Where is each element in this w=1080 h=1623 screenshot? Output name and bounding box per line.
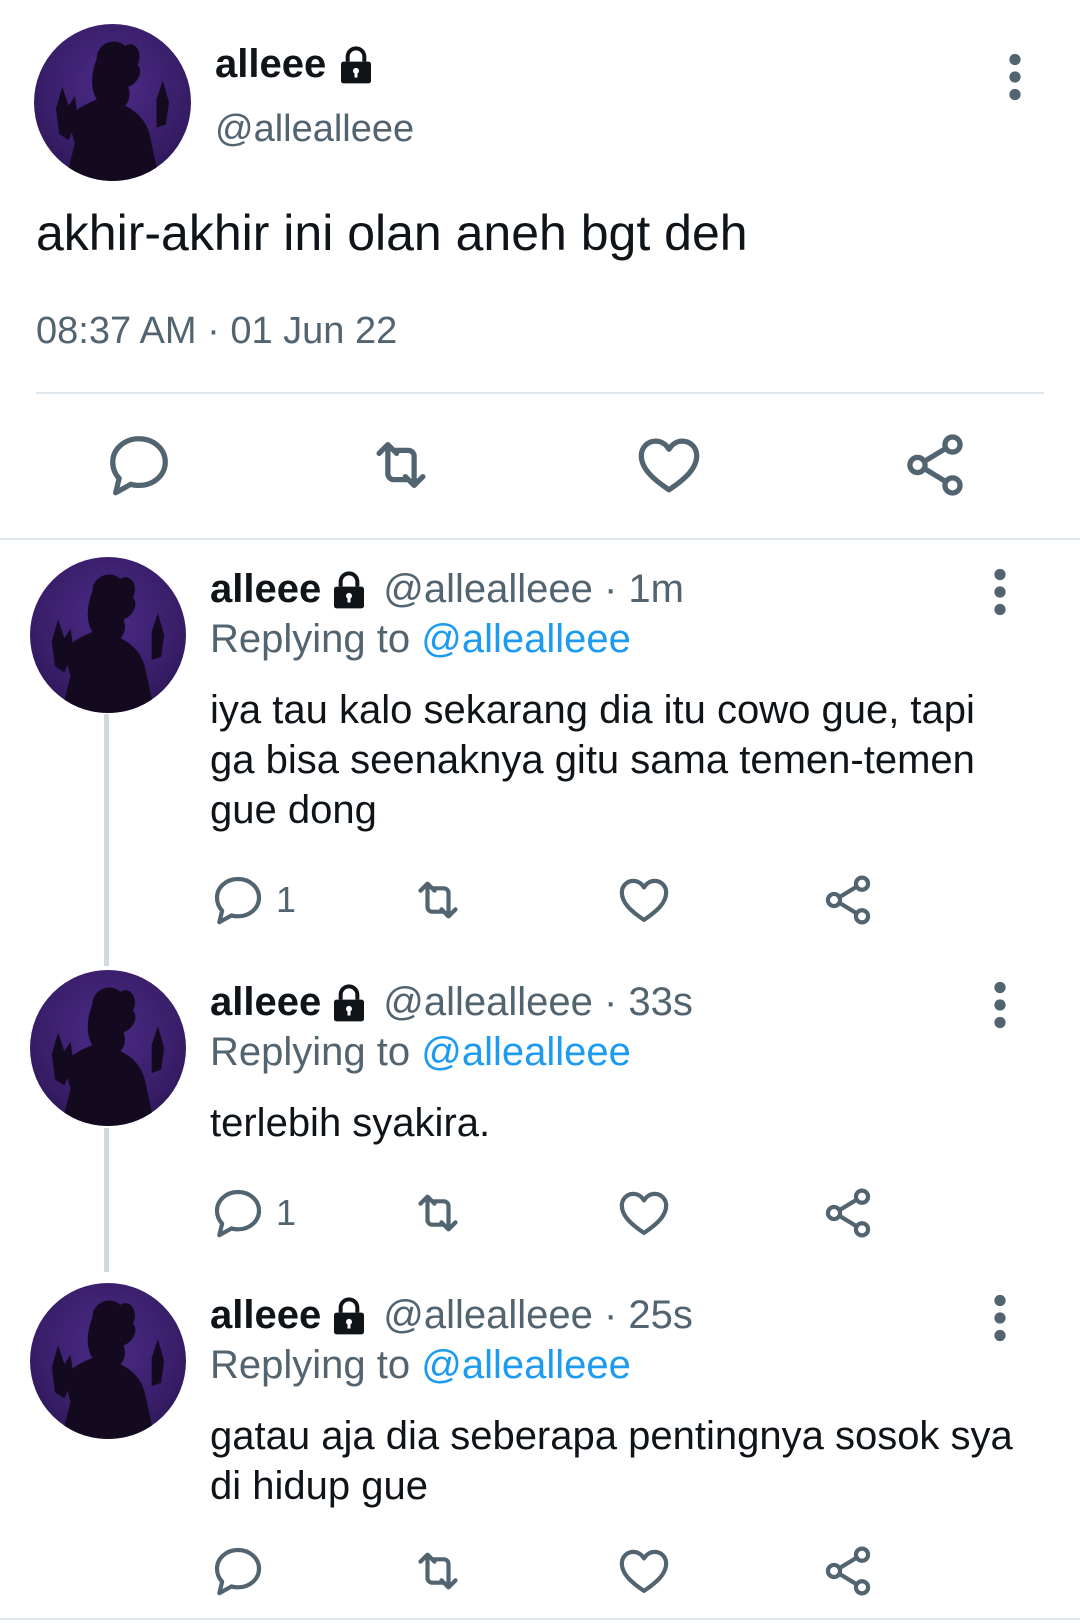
like-icon — [616, 1543, 672, 1599]
reply-text: gatau aja dia seberapa pentingnya sosok … — [210, 1414, 1013, 1508]
lock-icon — [329, 1296, 369, 1336]
author-name[interactable]: alleee — [210, 980, 321, 1025]
replying-to-label: Replying to — [210, 617, 411, 661]
retweet-button[interactable] — [410, 1185, 466, 1241]
tweet-timestamp[interactable]: 08:37 AM · 01 Jun 22 — [36, 310, 397, 353]
retweet-button[interactable] — [410, 872, 466, 928]
reply-actions — [0, 1543, 1080, 1599]
reply-button[interactable]: 1 — [210, 872, 296, 928]
like-button[interactable] — [634, 430, 704, 500]
like-button[interactable] — [616, 1543, 672, 1599]
retweet-button[interactable] — [410, 1543, 466, 1599]
avatar[interactable] — [34, 24, 191, 181]
avatar[interactable] — [30, 1283, 186, 1439]
reply-text: iya tau kalo sekarang dia itu cowo gue, … — [210, 688, 975, 832]
reply-count: 1 — [276, 1192, 297, 1233]
replying-to: Replying to @allealleee — [210, 617, 631, 662]
tweet-actions — [0, 430, 1080, 500]
share-icon — [820, 1543, 876, 1599]
share-icon — [820, 1185, 876, 1241]
reply-icon — [210, 1185, 266, 1241]
reply-header: alleee @allealleee · 1m — [210, 567, 684, 612]
lock-icon — [329, 570, 369, 610]
reply-icon — [210, 1543, 266, 1599]
like-button[interactable] — [616, 872, 672, 928]
author-handle[interactable]: @allealleee — [215, 108, 414, 151]
reply-header: alleee @allealleee · 25s — [210, 1293, 693, 1338]
share-button[interactable] — [820, 1543, 876, 1599]
lock-icon — [329, 983, 369, 1023]
reply-actions: 1 — [0, 872, 1080, 928]
author-handle-time[interactable]: @allealleee · 1m — [383, 567, 684, 612]
reply-icon — [210, 872, 266, 928]
reply-button[interactable] — [210, 1543, 276, 1599]
replying-to-mention[interactable]: @allealleee — [421, 1343, 631, 1387]
retweet-icon — [410, 1543, 466, 1599]
like-icon — [616, 1185, 672, 1241]
lock-icon — [336, 45, 376, 85]
replying-to-mention[interactable]: @allealleee — [421, 1030, 631, 1074]
replying-to-mention[interactable]: @allealleee — [421, 617, 631, 661]
share-button[interactable] — [820, 872, 876, 928]
like-icon — [616, 872, 672, 928]
more-icon[interactable] — [985, 1293, 1015, 1343]
author-handle-time[interactable]: @allealleee · 25s — [383, 1293, 693, 1338]
reply-text: terlebih syakira. — [210, 1101, 491, 1145]
replying-to-label: Replying to — [210, 1030, 411, 1074]
avatar[interactable] — [30, 557, 186, 713]
reply-actions: 1 — [0, 1185, 1080, 1241]
reply-header: alleee @allealleee · 33s — [210, 980, 693, 1025]
retweet-icon — [410, 1185, 466, 1241]
author-name[interactable]: alleee — [215, 42, 376, 87]
more-icon[interactable] — [1000, 52, 1030, 102]
author-name[interactable]: alleee — [210, 1293, 321, 1338]
like-button[interactable] — [616, 1185, 672, 1241]
avatar[interactable] — [30, 970, 186, 1126]
more-icon[interactable] — [985, 567, 1015, 617]
reply-icon — [104, 430, 174, 500]
divider — [0, 538, 1080, 540]
share-button[interactable] — [900, 430, 970, 500]
divider — [0, 1618, 1080, 1620]
replying-to: Replying to @allealleee — [210, 1343, 631, 1388]
reply-button[interactable]: 1 — [210, 1185, 296, 1241]
author-name[interactable]: alleee — [210, 567, 321, 612]
replying-to-label: Replying to — [210, 1343, 411, 1387]
author-handle-time[interactable]: @allealleee · 33s — [383, 980, 693, 1025]
replying-to: Replying to @allealleee — [210, 1030, 631, 1075]
retweet-button[interactable] — [366, 430, 436, 500]
divider — [36, 392, 1044, 394]
author-name-text[interactable]: alleee — [215, 42, 326, 87]
share-icon — [820, 872, 876, 928]
thread-line — [104, 714, 109, 966]
like-icon — [634, 430, 704, 500]
share-icon — [900, 430, 970, 500]
share-button[interactable] — [820, 1185, 876, 1241]
more-icon[interactable] — [985, 980, 1015, 1030]
reply-count: 1 — [276, 879, 297, 920]
tweet-text: akhir-akhir ini olan aneh bgt deh — [36, 205, 748, 261]
reply-button[interactable] — [104, 430, 174, 500]
retweet-icon — [366, 430, 436, 500]
retweet-icon — [410, 872, 466, 928]
